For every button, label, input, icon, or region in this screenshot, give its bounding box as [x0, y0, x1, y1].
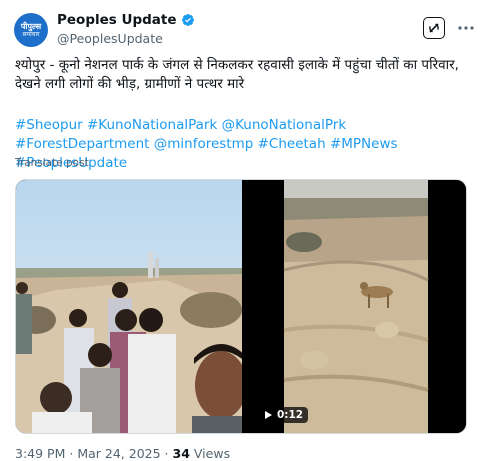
hashtag-link[interactable]: #ForestDepartment — [15, 136, 149, 152]
video-duration-badge: 0:12 — [261, 407, 309, 423]
hashtag-link[interactable]: #MPNews — [330, 136, 398, 152]
author-handle[interactable]: @PeoplesUpdate — [57, 31, 163, 46]
mention-link[interactable]: @KunoNationalPrk — [222, 117, 347, 133]
verified-badge-icon — [181, 14, 194, 26]
hashtag-link[interactable]: #KunoNationalPark — [87, 117, 217, 133]
grok-icon — [429, 23, 439, 33]
hashtag-link[interactable]: #Sheopur — [15, 117, 83, 133]
more-options-button[interactable] — [455, 17, 477, 39]
translate-post-link[interactable]: Translate post — [15, 157, 89, 169]
media-grid: 0:12 — [15, 179, 467, 434]
mention-link[interactable]: @minforestmp — [154, 136, 254, 152]
display-name[interactable]: Peoples Update — [57, 12, 177, 28]
hashtag-link[interactable]: #Cheetah — [258, 136, 326, 152]
more-options-icon — [458, 26, 474, 30]
avatar-text-bottom: समाचार — [22, 31, 40, 38]
post-text: श्योपुर - कूनो नेशनल पार्क के जंगल से नि… — [15, 57, 459, 92]
play-icon — [265, 411, 272, 419]
video-duration: 0:12 — [277, 409, 304, 421]
video-thumbnail[interactable] — [244, 180, 467, 434]
author-name-row: Peoples Update — [57, 12, 195, 28]
avatar-text-top: पीपुल्स — [20, 22, 42, 31]
tweet-card: पीपुल्स समाचार Peoples Update @PeoplesUp… — [0, 0, 495, 461]
avatar[interactable]: पीपुल्स समाचार — [14, 13, 48, 47]
crowd-photo[interactable] — [16, 180, 242, 434]
grok-button[interactable] — [423, 17, 445, 39]
